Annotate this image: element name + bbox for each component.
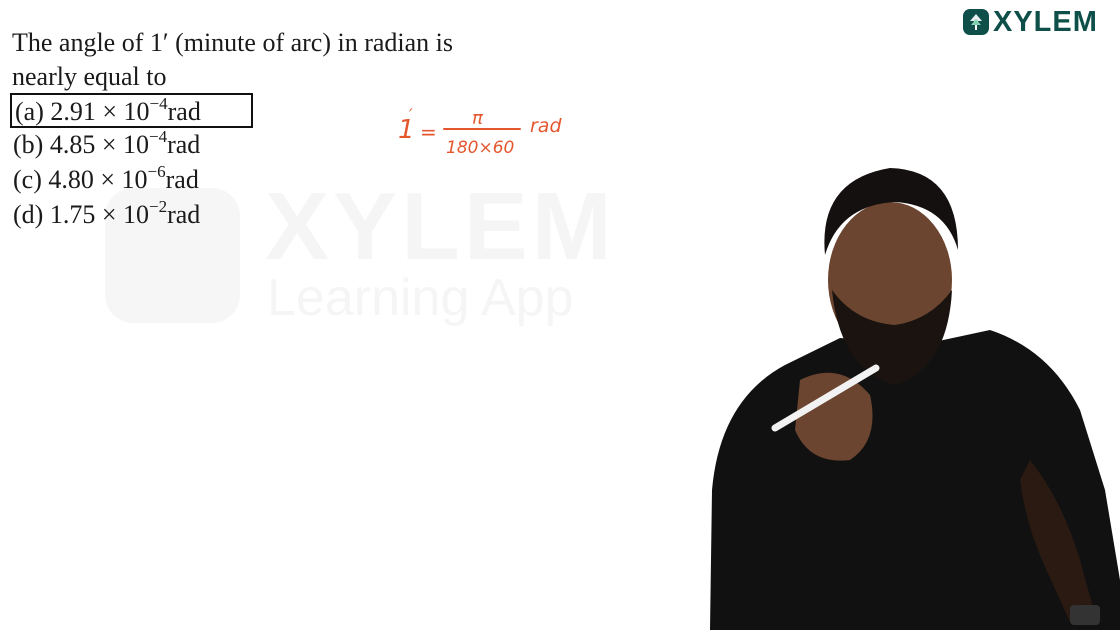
option-b: (b) 4.85 × 10−4rad — [10, 128, 253, 163]
option-unit: rad — [167, 200, 201, 229]
watermark-subtitle: Learning App — [267, 268, 574, 328]
annotation-denominator: 180×60 — [446, 138, 514, 158]
annotation-prime: ′ — [409, 105, 413, 124]
option-label: (d) 1.75 × 10 — [13, 200, 149, 229]
option-unit: rad — [167, 97, 201, 126]
option-d: (d) 1.75 × 10−2rad — [10, 198, 253, 233]
brand-name: XYLEM — [993, 5, 1098, 38]
option-unit: rad — [167, 130, 201, 159]
option-label: (a) 2.91 × 10 — [15, 97, 150, 126]
xylem-logo: XYLEM — [963, 6, 1098, 38]
annotation-numerator: π — [472, 108, 484, 129]
wrist-watch — [1070, 605, 1100, 625]
annotation-equals: = — [420, 120, 437, 144]
watermark-title: XYLEM — [265, 172, 616, 282]
answer-options: (a) 2.91 × 10−4rad (b) 4.85 × 10−4rad (c… — [10, 93, 253, 233]
option-exponent: −2 — [148, 197, 168, 216]
question-text: The angle of 1′ (minute of arc) in radia… — [12, 26, 532, 94]
option-c: (c) 4.80 × 10−6rad — [10, 163, 253, 198]
annotation-unit: rad — [530, 115, 562, 137]
option-unit: rad — [165, 165, 199, 194]
question-line-1: The angle of 1′ (minute of arc) in radia… — [12, 28, 454, 57]
option-exponent: −4 — [148, 127, 168, 146]
option-label: (b) 4.85 × 10 — [13, 130, 149, 159]
option-exponent: −6 — [147, 162, 166, 181]
option-exponent: −4 — [149, 94, 168, 113]
presenter-image — [710, 168, 1120, 630]
leaf-logo-icon — [963, 9, 989, 35]
handwritten-annotation: 1 ′ = π 180×60 rad — [398, 105, 562, 158]
presenter-hand — [795, 372, 873, 461]
option-label: (c) 4.80 × 10 — [13, 165, 148, 194]
option-a: (a) 2.91 × 10−4rad — [10, 93, 253, 128]
question-line-2: nearly equal to — [12, 62, 167, 91]
